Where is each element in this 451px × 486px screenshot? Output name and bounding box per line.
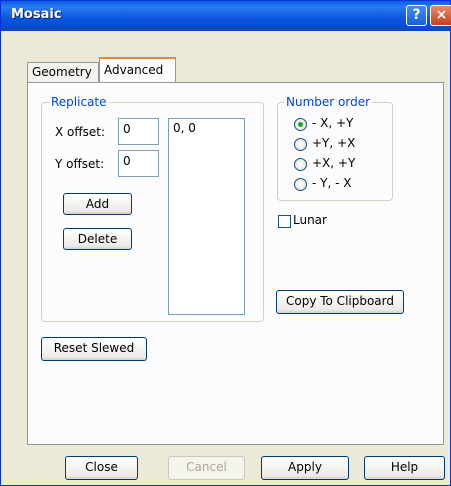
delete-button[interactable]: Delete bbox=[63, 228, 132, 250]
cancel-button[interactable]: Cancel bbox=[168, 456, 245, 480]
radio-order-1-label[interactable]: - X, +Y bbox=[312, 116, 353, 130]
x-offset-field[interactable]: 0 bbox=[118, 118, 159, 145]
radio-order-4[interactable] bbox=[294, 178, 307, 191]
list-item[interactable]: 0, 0 bbox=[173, 121, 240, 135]
radio-order-1[interactable] bbox=[294, 118, 307, 131]
tab-advanced[interactable]: Advanced bbox=[99, 57, 176, 83]
radio-order-3[interactable] bbox=[294, 158, 307, 171]
y-offset-field[interactable]: 0 bbox=[118, 150, 159, 177]
x-offset-label: X offset: bbox=[55, 125, 106, 139]
y-offset-label: Y offset: bbox=[55, 157, 105, 171]
radio-order-2-label[interactable]: +Y, +X bbox=[312, 136, 355, 150]
window-title: Mosaic bbox=[11, 7, 62, 22]
add-button[interactable]: Add bbox=[63, 193, 132, 215]
title-bar[interactable]: Mosaic ? × bbox=[1, 1, 451, 31]
help-button[interactable]: Help bbox=[364, 456, 445, 480]
help-icon[interactable]: ? bbox=[406, 5, 427, 26]
copy-to-clipboard-button[interactable]: Copy To Clipboard bbox=[276, 290, 404, 314]
apply-button[interactable]: Apply bbox=[261, 456, 349, 480]
lunar-checkbox[interactable] bbox=[278, 215, 291, 228]
radio-order-4-label[interactable]: - Y, - X bbox=[312, 176, 351, 190]
radio-order-2[interactable] bbox=[294, 138, 307, 151]
close-button[interactable]: Close bbox=[65, 456, 138, 480]
tab-geometry[interactable]: Geometry bbox=[27, 62, 99, 82]
offsets-list[interactable]: 0, 0 bbox=[168, 118, 245, 315]
reset-slewed-button[interactable]: Reset Slewed bbox=[41, 337, 147, 361]
lunar-label[interactable]: Lunar bbox=[293, 213, 327, 227]
radio-order-3-label[interactable]: +X, +Y bbox=[312, 156, 355, 170]
number-order-group-label: Number order bbox=[284, 95, 373, 109]
mosaic-dialog: Mosaic ? × Geometry Advanced Replicate X… bbox=[0, 0, 451, 486]
replicate-group-label: Replicate bbox=[49, 95, 109, 109]
close-icon[interactable]: × bbox=[430, 5, 451, 26]
